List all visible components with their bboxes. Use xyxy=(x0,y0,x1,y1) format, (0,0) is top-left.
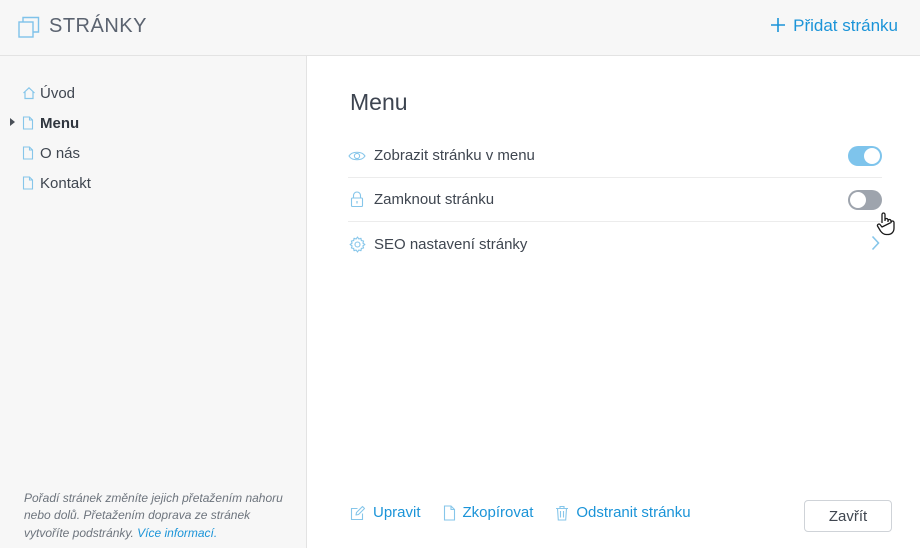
edit-icon xyxy=(350,505,366,521)
page-settings-list: Zobrazit stránku v menu Zamknout stránku xyxy=(348,134,895,266)
close-button[interactable]: Zavřít xyxy=(804,500,892,532)
copy-label: Zkopírovat xyxy=(462,504,534,521)
edit-button[interactable]: Upravit xyxy=(350,504,421,521)
page-icon xyxy=(22,145,39,161)
more-info-link[interactable]: Více informací. xyxy=(137,526,217,540)
show-in-menu-toggle[interactable] xyxy=(848,146,882,166)
setting-show-in-menu: Zobrazit stránku v menu xyxy=(348,134,882,178)
setting-seo[interactable]: SEO nastavení stránky xyxy=(348,222,882,266)
header-bar: STRÁNKY Přidat stránku xyxy=(0,0,920,56)
pages-icon xyxy=(18,16,40,38)
add-page-button[interactable]: Přidat stránku xyxy=(770,16,898,36)
toggle-knob xyxy=(864,148,880,164)
page-icon xyxy=(22,115,39,131)
page-icon xyxy=(22,175,39,191)
sidebar-help-text: Pořadí stránek změníte jejich přetažením… xyxy=(24,490,294,543)
page-tree: Úvod Menu O nás Kontakt xyxy=(10,78,91,198)
page-actions: Upravit Zkopírovat Odstranit stránku xyxy=(350,504,713,521)
sidebar-item-label: O nás xyxy=(40,144,81,162)
main-panel: Menu Zobrazit stránku v menu Zamknout st… xyxy=(308,56,920,548)
add-page-label: Přidat stránku xyxy=(793,16,898,35)
page-heading: Menu xyxy=(350,89,408,115)
setting-label: SEO nastavení stránky xyxy=(374,235,528,253)
chevron-right-icon[interactable] xyxy=(871,235,880,256)
delete-label: Odstranit stránku xyxy=(576,504,691,521)
lock-icon xyxy=(348,191,366,209)
sidebar: Úvod Menu O nás Kontakt Pořadí stránek z… xyxy=(0,56,307,548)
toggle-knob xyxy=(850,192,866,208)
lock-page-toggle[interactable] xyxy=(848,190,895,236)
page-title: STRÁNKY xyxy=(49,15,147,37)
copy-button[interactable]: Zkopírovat xyxy=(443,504,534,521)
sidebar-item-kontakt[interactable]: Kontakt xyxy=(10,168,91,198)
setting-label: Zobrazit stránku v menu xyxy=(374,147,535,164)
trash-icon xyxy=(555,505,569,521)
setting-lock-page: Zamknout stránku xyxy=(348,178,895,236)
home-icon xyxy=(22,85,39,101)
copy-icon xyxy=(443,504,456,521)
sidebar-item-label: Kontakt xyxy=(40,174,91,192)
header-title-group: STRÁNKY xyxy=(18,15,147,38)
edit-label: Upravit xyxy=(373,504,421,521)
caret-right-icon[interactable] xyxy=(10,118,22,128)
sidebar-item-label: Menu xyxy=(40,114,80,132)
eye-icon xyxy=(348,147,366,165)
plus-icon xyxy=(770,16,786,36)
sidebar-item-uvod[interactable]: Úvod xyxy=(10,78,91,108)
sidebar-item-o-nas[interactable]: O nás xyxy=(10,138,91,168)
setting-label: Zamknout stránku xyxy=(374,191,495,208)
delete-page-button[interactable]: Odstranit stránku xyxy=(555,504,691,521)
sidebar-item-menu[interactable]: Menu xyxy=(10,108,91,138)
sidebar-item-label: Úvod xyxy=(40,84,76,102)
gear-icon xyxy=(348,235,366,253)
